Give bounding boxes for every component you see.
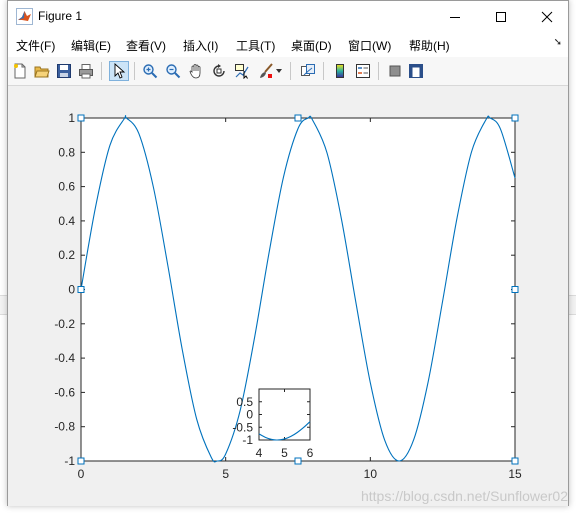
open-file-icon[interactable] xyxy=(32,61,52,81)
menu-bar: 文件(F) 编辑(E) 查看(V) 插入(I) 工具(T) 桌面(D) 窗口(W… xyxy=(8,32,568,57)
toolbar-separator xyxy=(378,62,379,80)
window-title: Figure 1 xyxy=(38,9,83,23)
title-bar: Figure 1 xyxy=(8,1,568,32)
link-plot-icon[interactable] xyxy=(298,61,318,81)
minimize-icon xyxy=(450,16,460,18)
x-tick-label: 5 xyxy=(281,446,288,460)
save-icon[interactable] xyxy=(54,61,74,81)
rotate-3d-icon[interactable] xyxy=(209,61,229,81)
maximize-icon xyxy=(496,11,506,22)
zoom-in-icon[interactable] xyxy=(140,61,160,81)
selection-handle xyxy=(511,286,519,293)
y-tick-label: -1 xyxy=(242,433,253,447)
figure-canvas[interactable]: 0 5 10 15 -1 -0.8 -0.6 -0.4 -0.2 0 0.2 0.4 0.6 0.8 1 4 5… xyxy=(8,86,568,506)
new-figure-icon[interactable] xyxy=(10,61,30,81)
selection-handle xyxy=(77,114,85,122)
toolbar-separator xyxy=(101,62,102,80)
brush-dropdown-icon[interactable] xyxy=(274,61,284,81)
menu-window[interactable]: 窗口(W) xyxy=(348,37,391,54)
figure-window: Figure 1 文件(F) 编辑(E) 查看(V) 插入(I) 工具(T) 桌… xyxy=(7,0,569,506)
selection-handle xyxy=(511,114,519,122)
y-tick-label: -1 xyxy=(64,454,75,468)
y-tick-label: -0.2 xyxy=(54,317,75,331)
data-cursor-icon[interactable] xyxy=(232,61,252,81)
axes-box xyxy=(258,388,311,441)
hide-plot-tools-icon[interactable] xyxy=(385,61,405,81)
menu-edit[interactable]: 编辑(E) xyxy=(71,37,111,54)
y-tick-label: 0 xyxy=(246,408,253,422)
minimize-button[interactable] xyxy=(432,1,478,32)
toolbar-separator xyxy=(134,62,135,80)
y-tick-label: 0 xyxy=(68,283,75,297)
colorbar-icon[interactable] xyxy=(330,61,350,81)
menu-desktop[interactable]: 桌面(D) xyxy=(291,37,332,54)
x-tick-label: 4 xyxy=(256,446,263,460)
menu-dock-arrow-icon[interactable]: ➘ xyxy=(554,37,562,48)
selection-handle xyxy=(294,114,302,122)
zoom-out-icon[interactable] xyxy=(163,61,183,81)
figure-toolbar xyxy=(8,57,568,86)
y-tick-label: -0.6 xyxy=(54,385,75,399)
y-tick-label: 1 xyxy=(68,111,75,125)
legend-icon[interactable] xyxy=(353,61,373,81)
selection-handle xyxy=(511,457,519,465)
brush-icon[interactable] xyxy=(256,61,276,81)
y-tick-label: 0.6 xyxy=(58,180,75,194)
maximize-button[interactable] xyxy=(478,1,524,32)
matlab-logo-icon xyxy=(16,8,33,25)
menu-tools[interactable]: 工具(T) xyxy=(236,37,275,54)
x-tick-label: 5 xyxy=(222,467,229,481)
toolbar-separator xyxy=(290,62,291,80)
menu-help[interactable]: 帮助(H) xyxy=(409,37,450,54)
y-tick-label: 0.8 xyxy=(58,145,75,159)
close-icon xyxy=(541,11,553,22)
show-plot-tools-icon[interactable] xyxy=(406,61,426,81)
y-tick-label: 0.2 xyxy=(58,248,75,262)
watermark-text: https://blog.csdn.net/Sunflower02 xyxy=(360,488,568,504)
pan-hand-icon[interactable] xyxy=(186,61,206,81)
selection-handle xyxy=(294,457,302,465)
y-tick-label: -0.8 xyxy=(54,420,75,434)
y-tick-label: 0.5 xyxy=(236,395,253,409)
menu-insert[interactable]: 插入(I) xyxy=(183,37,218,54)
menu-view[interactable]: 查看(V) xyxy=(126,37,166,54)
menu-file[interactable]: 文件(F) xyxy=(16,37,55,54)
x-tick-label: 10 xyxy=(364,467,378,481)
x-tick-label: 15 xyxy=(508,467,522,481)
edit-plot-arrow-icon[interactable] xyxy=(109,61,129,81)
y-tick-label: -0.4 xyxy=(54,351,75,365)
y-tick-label: 0.4 xyxy=(58,214,75,228)
toolbar-separator xyxy=(323,62,324,80)
selection-handle xyxy=(77,457,85,465)
print-icon[interactable] xyxy=(76,61,96,81)
close-button[interactable] xyxy=(524,1,570,32)
x-tick-label: 0 xyxy=(78,467,85,481)
y-tick-label: -0.5 xyxy=(232,420,253,434)
x-tick-label: 6 xyxy=(307,446,314,460)
figure-plot-area[interactable]: 0 5 10 15 -1 -0.8 -0.6 -0.4 -0.2 0 0.2 0.4 0.6 0.8 1 4 5… xyxy=(8,86,568,506)
selection-handle xyxy=(77,286,85,293)
